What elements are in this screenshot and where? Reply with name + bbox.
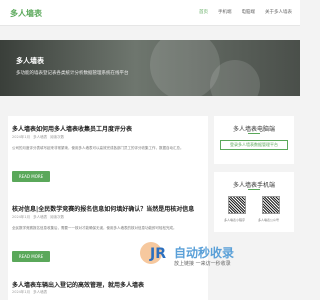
watermark-text: 自动秒收录 xyxy=(174,246,235,260)
post-title[interactable]: 多人墙表如何用多人墙表收集员工月度评分表 xyxy=(12,124,132,133)
post-meta: 2024年1月 多人墙表 阅读次数 xyxy=(12,135,64,140)
post-views: 阅读次数 xyxy=(50,215,65,219)
post-author: 多人墙表 xyxy=(33,290,48,294)
post-date: 2024年1月 xyxy=(12,135,31,139)
post-views: 阅读次数 xyxy=(50,135,65,139)
post-title[interactable]: 核对信息|全民数学竞赛的报名信息如何填好确认？当然是用核对信息 xyxy=(12,204,194,213)
login-platform-button[interactable]: 登录多人墙表数据管理平台 xyxy=(220,140,288,150)
site-logo[interactable]: 多人墙表 xyxy=(10,8,42,19)
miniprogram-qr-icon xyxy=(228,196,246,214)
watermark-subtext: 放上链接 一来访一秒收录 xyxy=(174,261,231,267)
post-date: 2024年1月 xyxy=(12,215,31,219)
post-excerpt: 公司的月度评分表填写起来非常繁琐，使用多人墙表可以高效完成各部门员工的评分收集工… xyxy=(12,146,184,150)
desktop-widget-title: 多人墙表电脑端 xyxy=(232,126,275,133)
banner-decoration xyxy=(210,60,260,96)
banner-subtitle: 多功能的墙表登记表各类统计分析数据管理系统在线平台 xyxy=(16,71,129,76)
banner-title: 多人墙表 xyxy=(16,57,44,65)
post-excerpt: 全民数学竞赛报名信息收集后，需要一一核对才能确保无误，使用多人墙表的核对信息功能… xyxy=(12,226,177,230)
post-author: 多人墙表 xyxy=(33,135,48,139)
desktop-widget: 多人墙表电脑端 登录多人墙表数据管理平台 xyxy=(214,116,294,164)
nav-mobile[interactable]: 手机端 xyxy=(218,9,232,15)
read-more-button[interactable]: READ MORE xyxy=(12,171,50,182)
hero-banner: 多人墙表 多功能的墙表登记表各类统计分析数据管理系统在线平台 xyxy=(0,40,300,96)
watermark-overlay: JR 自动秒收录 放上链接 一来访一秒收录 xyxy=(140,242,300,280)
title-underline xyxy=(248,189,260,190)
mobile-widget-title: 多人墙表手机端 xyxy=(232,182,275,189)
post-meta: 2024年1月 多人墙表 xyxy=(12,290,47,295)
post-date: 2024年1月 xyxy=(12,290,31,294)
post-meta: 2024年1月 多人墙表 阅读次数 xyxy=(12,215,64,220)
title-underline xyxy=(248,133,260,134)
qr-label: 多人墙表小程序 xyxy=(224,218,246,222)
top-navbar: 多人墙表 首页 手机端 电脑端 关于多人墙表 xyxy=(0,0,300,26)
watermark-logo-letter: JR xyxy=(150,246,166,262)
nav-about[interactable]: 关于多人墙表 xyxy=(265,9,292,15)
read-more-button[interactable]: READ MORE xyxy=(12,251,50,262)
wechat-qr-icon xyxy=(262,196,280,214)
main-nav: 首页 手机端 电脑端 关于多人墙表 xyxy=(199,9,292,15)
mobile-widget: 多人墙表手机端 多人墙表小程序 多人墙表公众号 xyxy=(214,172,294,232)
qr-label: 多人墙表公众号 xyxy=(258,218,280,222)
nav-home[interactable]: 首页 xyxy=(199,9,208,15)
nav-desktop[interactable]: 电脑端 xyxy=(242,9,256,15)
post-title[interactable]: 多人墙表车辆出入登记的高效管理，就用多人墙表 xyxy=(12,280,144,289)
post-author: 多人墙表 xyxy=(33,215,48,219)
